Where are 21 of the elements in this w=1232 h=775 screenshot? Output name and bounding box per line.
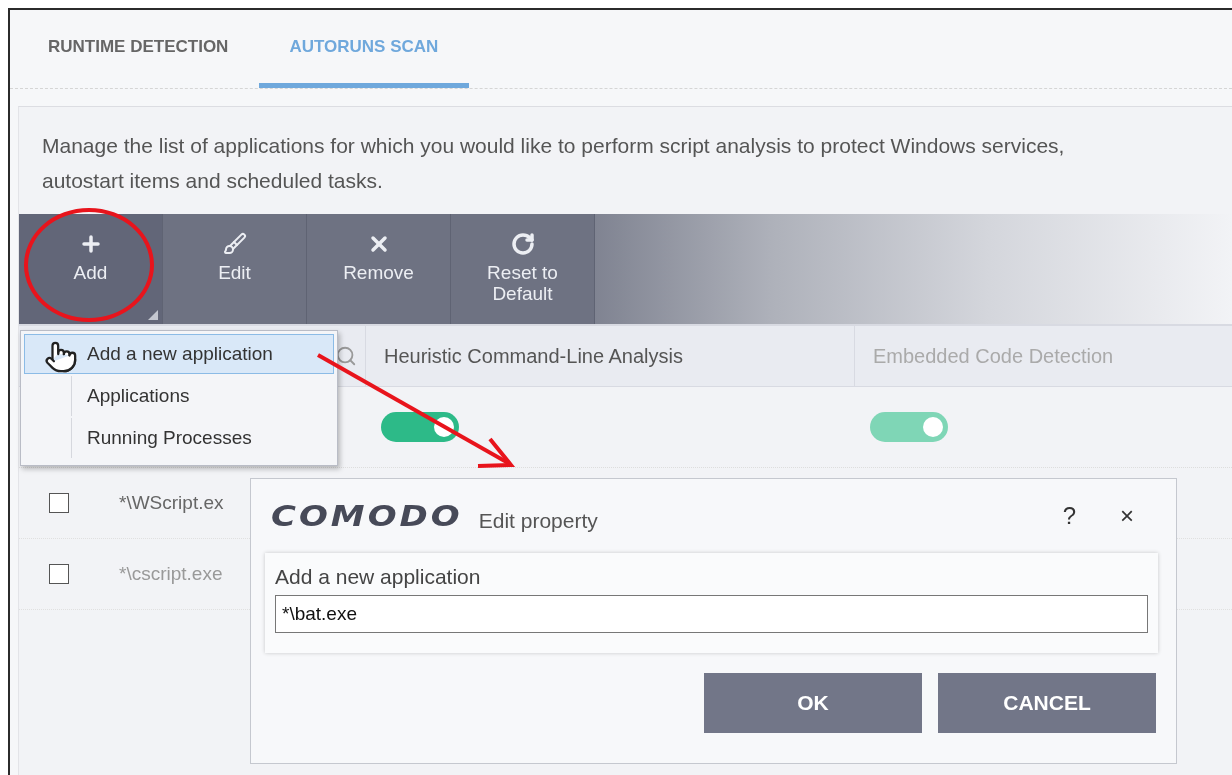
cancel-button[interactable]: CANCEL	[938, 673, 1156, 733]
dialog-title: Edit property	[478, 509, 599, 533]
menu-item[interactable]: Add a new application	[24, 334, 334, 374]
tab[interactable]: RUNTIME DETECTION	[18, 10, 260, 88]
hand-cursor-icon	[44, 340, 78, 374]
toggle-switch[interactable]	[381, 412, 459, 442]
description-text: Manage the list of applications for which you would like to perform script analysis to protect Windows services, autostart items and scheduled tasks.	[41, 133, 1066, 194]
table-cell: *\WScript.ex	[119, 492, 224, 514]
input-field[interactable]: *\bat.exe	[275, 595, 1148, 633]
checkbox[interactable]	[49, 493, 69, 513]
logo: COMODO	[271, 499, 463, 533]
add-button[interactable]: Add	[19, 214, 163, 324]
column-header[interactable]: Heuristic Command-Line Analysis	[365, 326, 854, 386]
help-button[interactable]: ?	[1048, 502, 1090, 530]
rotate-icon	[510, 232, 535, 256]
table-cell: *\cscript.exe	[119, 563, 223, 585]
search-icon[interactable]	[335, 345, 357, 367]
close-button[interactable]: ×	[1106, 502, 1148, 530]
field-label: Add a new application	[275, 565, 482, 589]
ok-button[interactable]: OK	[704, 673, 922, 733]
brush-icon	[222, 232, 247, 256]
